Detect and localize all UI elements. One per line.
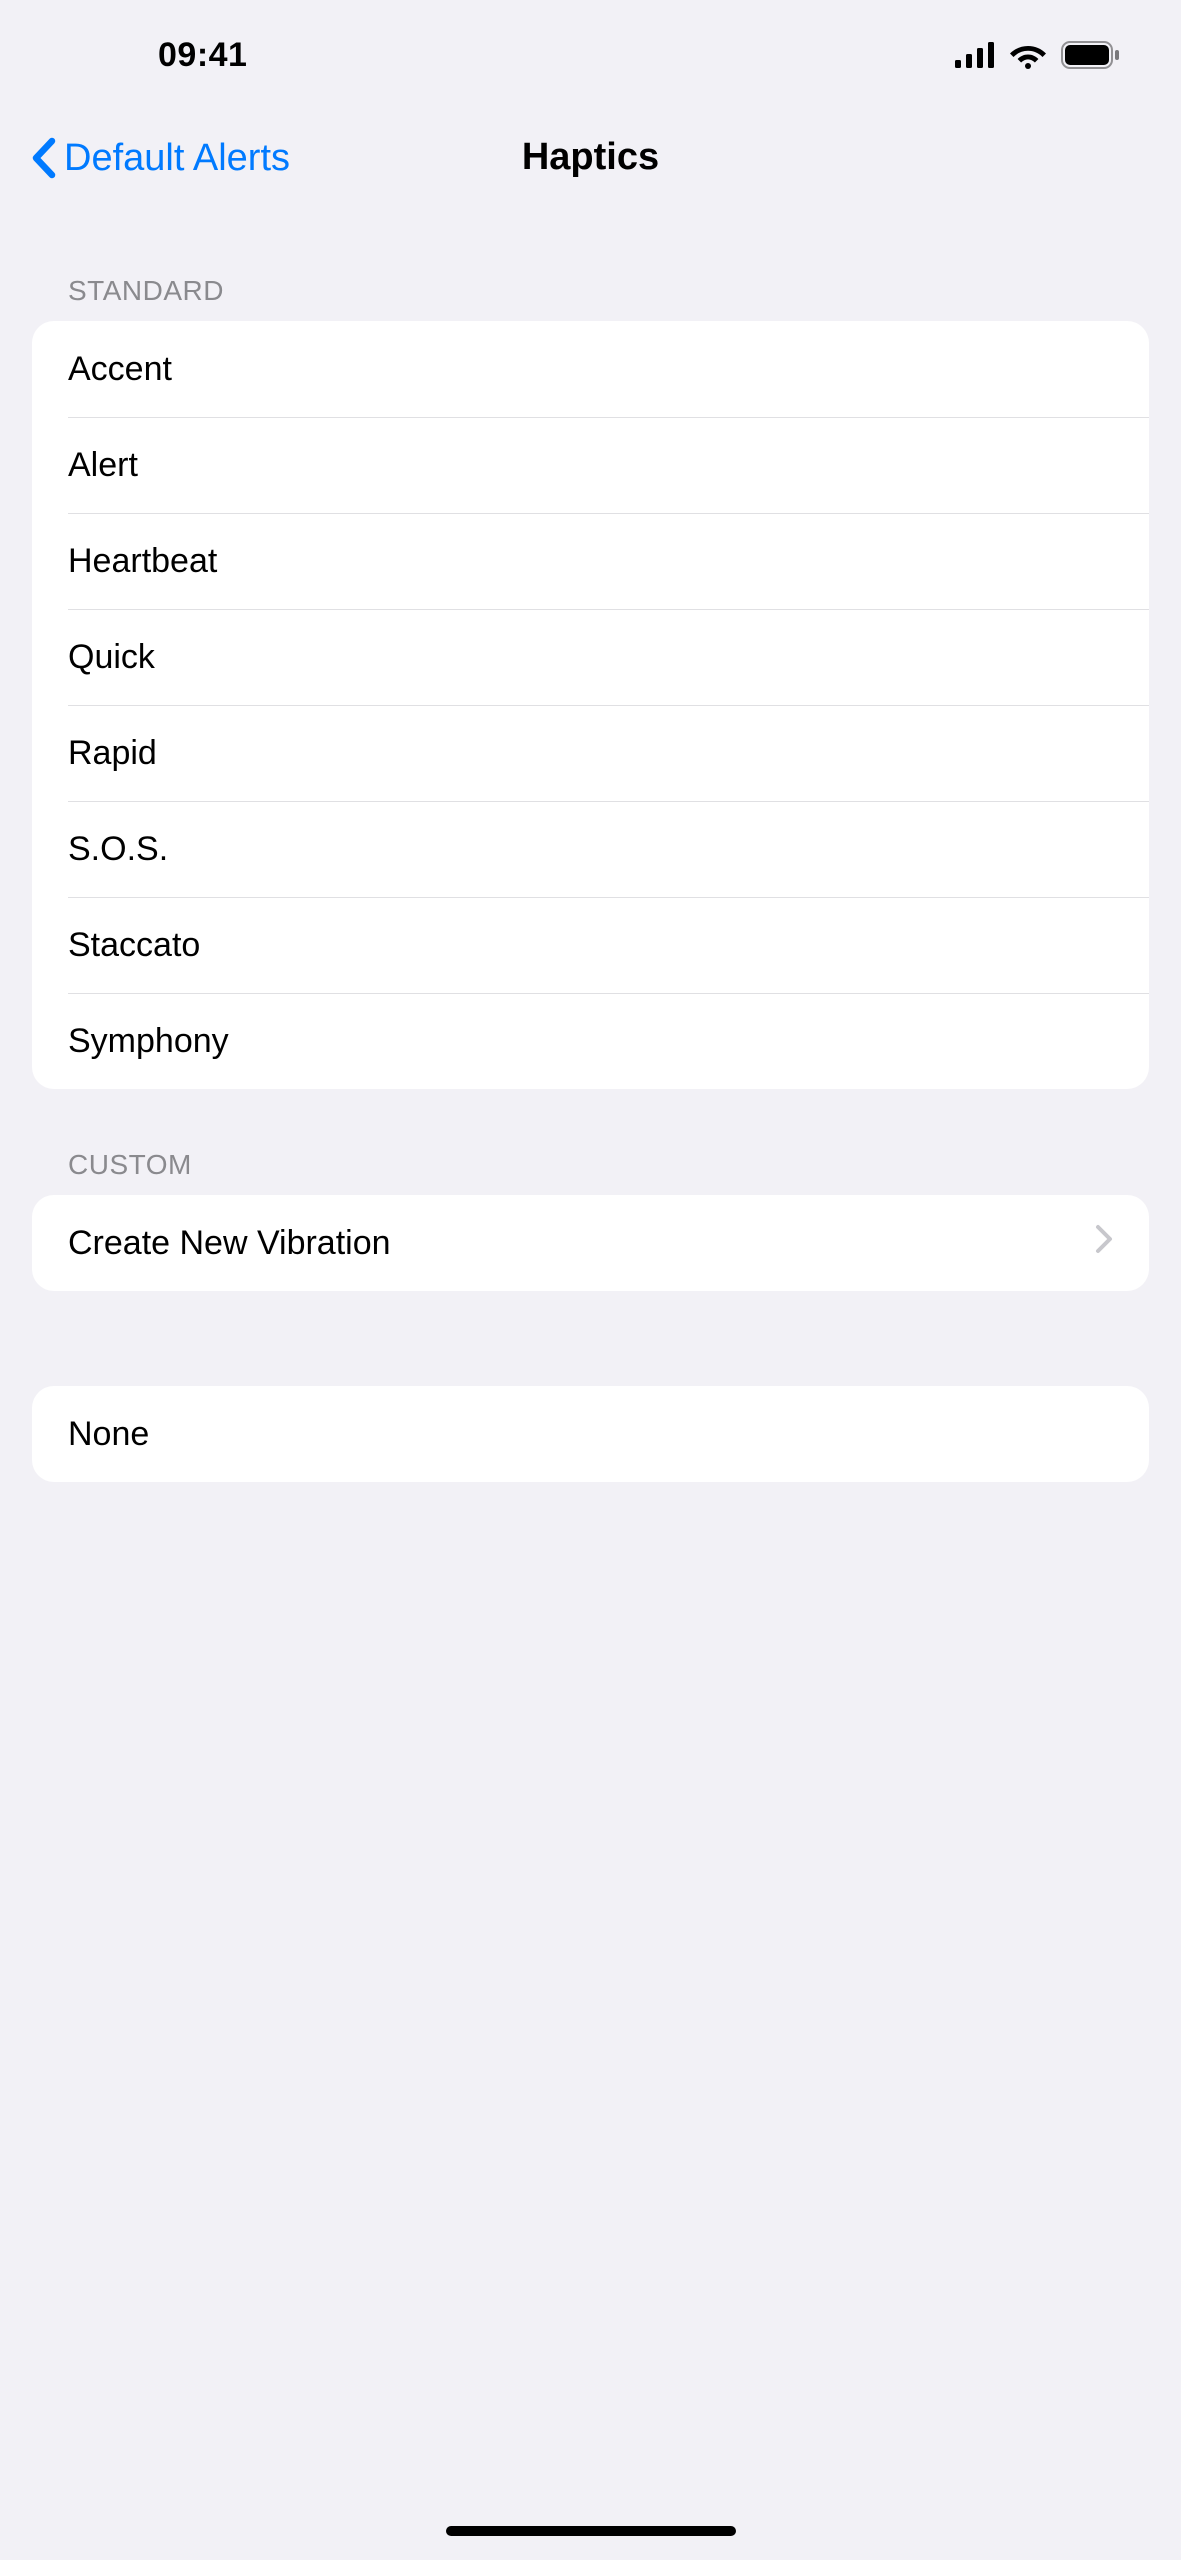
row-label: Rapid: [68, 734, 157, 773]
chevron-left-icon: [30, 137, 58, 179]
status-bar: 09:41: [0, 0, 1181, 110]
row-label: Staccato: [68, 926, 200, 965]
row-label: Quick: [68, 638, 155, 677]
row-label: Heartbeat: [68, 542, 217, 581]
haptic-row-heartbeat[interactable]: Heartbeat: [32, 513, 1149, 609]
chevron-right-icon: [1095, 1224, 1113, 1263]
section-header-standard: STANDARD: [68, 275, 1149, 307]
section-custom: CUSTOM Create New Vibration: [32, 1149, 1149, 1291]
haptic-row-quick[interactable]: Quick: [32, 609, 1149, 705]
haptic-row-symphony[interactable]: Symphony: [32, 993, 1149, 1089]
row-label: Accent: [68, 350, 172, 389]
row-label: S.O.S.: [68, 830, 168, 869]
home-indicator: [446, 2526, 736, 2536]
group-none: None: [32, 1386, 1149, 1482]
haptic-row-sos[interactable]: S.O.S.: [32, 801, 1149, 897]
wifi-icon: [1009, 41, 1047, 69]
create-new-vibration-row[interactable]: Create New Vibration: [32, 1195, 1149, 1291]
status-time: 09:41: [158, 36, 247, 75]
haptic-row-none[interactable]: None: [32, 1386, 1149, 1482]
group-standard: Accent Alert Heartbeat Quick Rapid S.O.S…: [32, 321, 1149, 1089]
haptic-row-rapid[interactable]: Rapid: [32, 705, 1149, 801]
nav-bar: Default Alerts Haptics: [0, 110, 1181, 205]
row-label: None: [68, 1415, 149, 1454]
cellular-icon: [955, 42, 995, 68]
haptic-row-accent[interactable]: Accent: [32, 321, 1149, 417]
section-none: None: [32, 1386, 1149, 1482]
section-standard: STANDARD Accent Alert Heartbeat Quick Ra…: [32, 275, 1149, 1089]
group-custom: Create New Vibration: [32, 1195, 1149, 1291]
back-button[interactable]: Default Alerts: [30, 137, 290, 179]
row-label: Alert: [68, 446, 138, 485]
row-label: Create New Vibration: [68, 1224, 391, 1263]
battery-icon: [1061, 41, 1121, 69]
section-header-custom: CUSTOM: [68, 1149, 1149, 1181]
back-label: Default Alerts: [64, 139, 290, 177]
haptic-row-alert[interactable]: Alert: [32, 417, 1149, 513]
status-indicators: [955, 41, 1121, 69]
haptic-row-staccato[interactable]: Staccato: [32, 897, 1149, 993]
row-label: Symphony: [68, 1022, 229, 1061]
